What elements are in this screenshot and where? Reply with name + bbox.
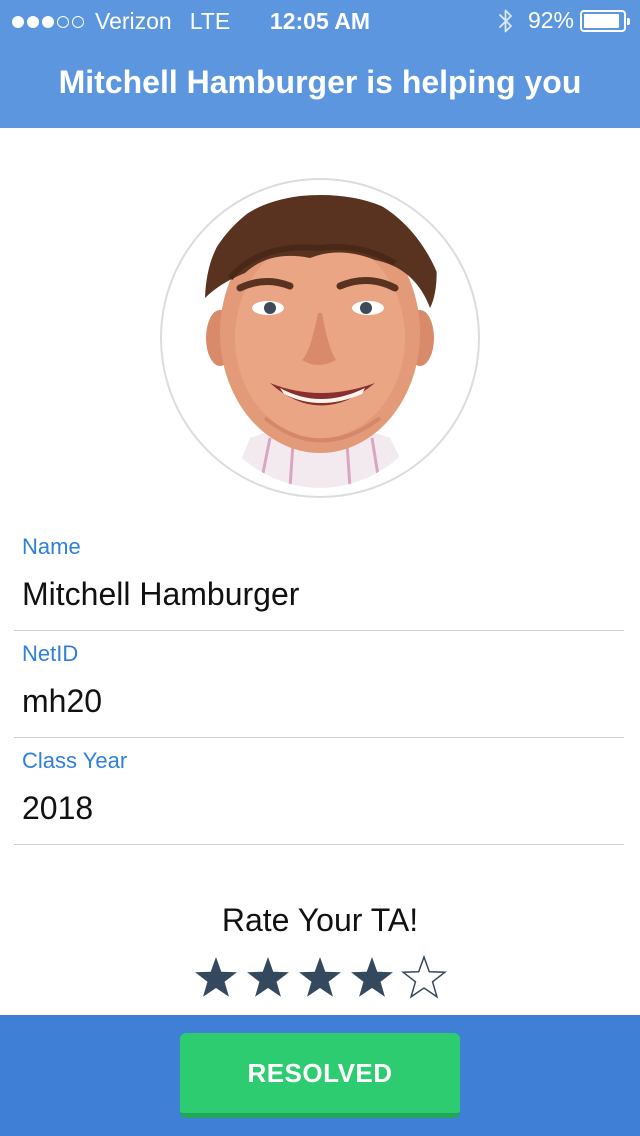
class-year-label: Class Year [22,748,128,773]
navigation-header: Verizon LTE 12:05 AM 92% Mitchell Hambur… [0,0,640,128]
avatar [190,188,450,488]
star-rating[interactable] [0,955,640,1001]
star-filled-icon[interactable] [349,955,395,1001]
name-value: Mitchell Hamburger [22,576,300,612]
ta-helping-screen: Verizon LTE 12:05 AM 92% Mitchell Hambur… [0,0,640,1136]
class-year-value: 2018 [22,790,94,826]
star-empty-icon[interactable] [401,955,447,1001]
status-bar-right: 92% [498,7,630,34]
battery-fill [584,13,619,28]
rating-title: Rate Your TA! [221,902,419,938]
battery-tip [627,17,630,25]
battery-icon [580,9,630,32]
resolved-button[interactable]: RESOLVED [180,1033,460,1118]
netid-value: mh20 [22,683,103,719]
battery-percentage: 92% [527,7,574,33]
bluetooth-icon [499,9,512,32]
netid-label: NetID [22,641,79,666]
name-label: Name [22,534,81,559]
netid-field: NetID mh20 [14,631,624,738]
status-bar: Verizon LTE 12:05 AM 92% [0,0,640,40]
star-filled-icon[interactable] [193,955,239,1001]
ta-profile-photo [190,188,450,488]
star-filled-icon[interactable] [245,955,291,1001]
page-title: Mitchell Hamburger is helping you [58,64,582,100]
star-filled-icon[interactable] [297,955,343,1001]
class-year-field: Class Year 2018 [14,738,624,845]
name-field: Name Mitchell Hamburger [14,528,624,631]
